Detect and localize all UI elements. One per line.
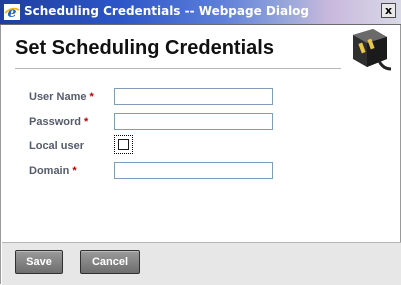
- local-user-checkbox[interactable]: [118, 139, 129, 150]
- password-label: Password *: [29, 116, 88, 128]
- dialog-footer: Save Cancel: [2, 242, 401, 285]
- local-user-label: Local user: [29, 140, 84, 152]
- close-button[interactable]: x: [381, 3, 396, 18]
- domain-label: Domain *: [29, 165, 77, 177]
- save-button[interactable]: Save: [15, 250, 63, 274]
- local-user-label-text: Local user: [29, 140, 85, 152]
- domain-input[interactable]: [114, 162, 273, 179]
- svg-text:e: e: [8, 5, 17, 20]
- close-icon: x: [384, 4, 393, 17]
- password-label-text: Password: [29, 116, 81, 128]
- cancel-button[interactable]: Cancel: [80, 250, 140, 274]
- password-input[interactable]: [114, 113, 273, 130]
- title-divider: [15, 68, 341, 69]
- page-title: Set Scheduling Credentials: [15, 37, 274, 59]
- window-title-bar: e Scheduling Credentials -- Webpage Dial…: [0, 0, 401, 25]
- username-label-text: User Name: [29, 91, 87, 103]
- domain-label-text: Domain: [29, 165, 70, 177]
- required-marker: *: [72, 165, 77, 177]
- power-plug-icon: [353, 29, 392, 71]
- required-marker: *: [89, 91, 94, 103]
- username-label: User Name *: [29, 91, 94, 103]
- username-input[interactable]: [114, 88, 273, 105]
- required-marker: *: [84, 116, 89, 128]
- local-user-checkbox-focus[interactable]: [114, 135, 133, 154]
- ie-icon: e: [4, 4, 20, 20]
- window-title: Scheduling Credentials -- Webpage Dialog: [24, 4, 310, 18]
- dialog-window: Set Scheduling Credentials User Name * P…: [0, 25, 401, 285]
